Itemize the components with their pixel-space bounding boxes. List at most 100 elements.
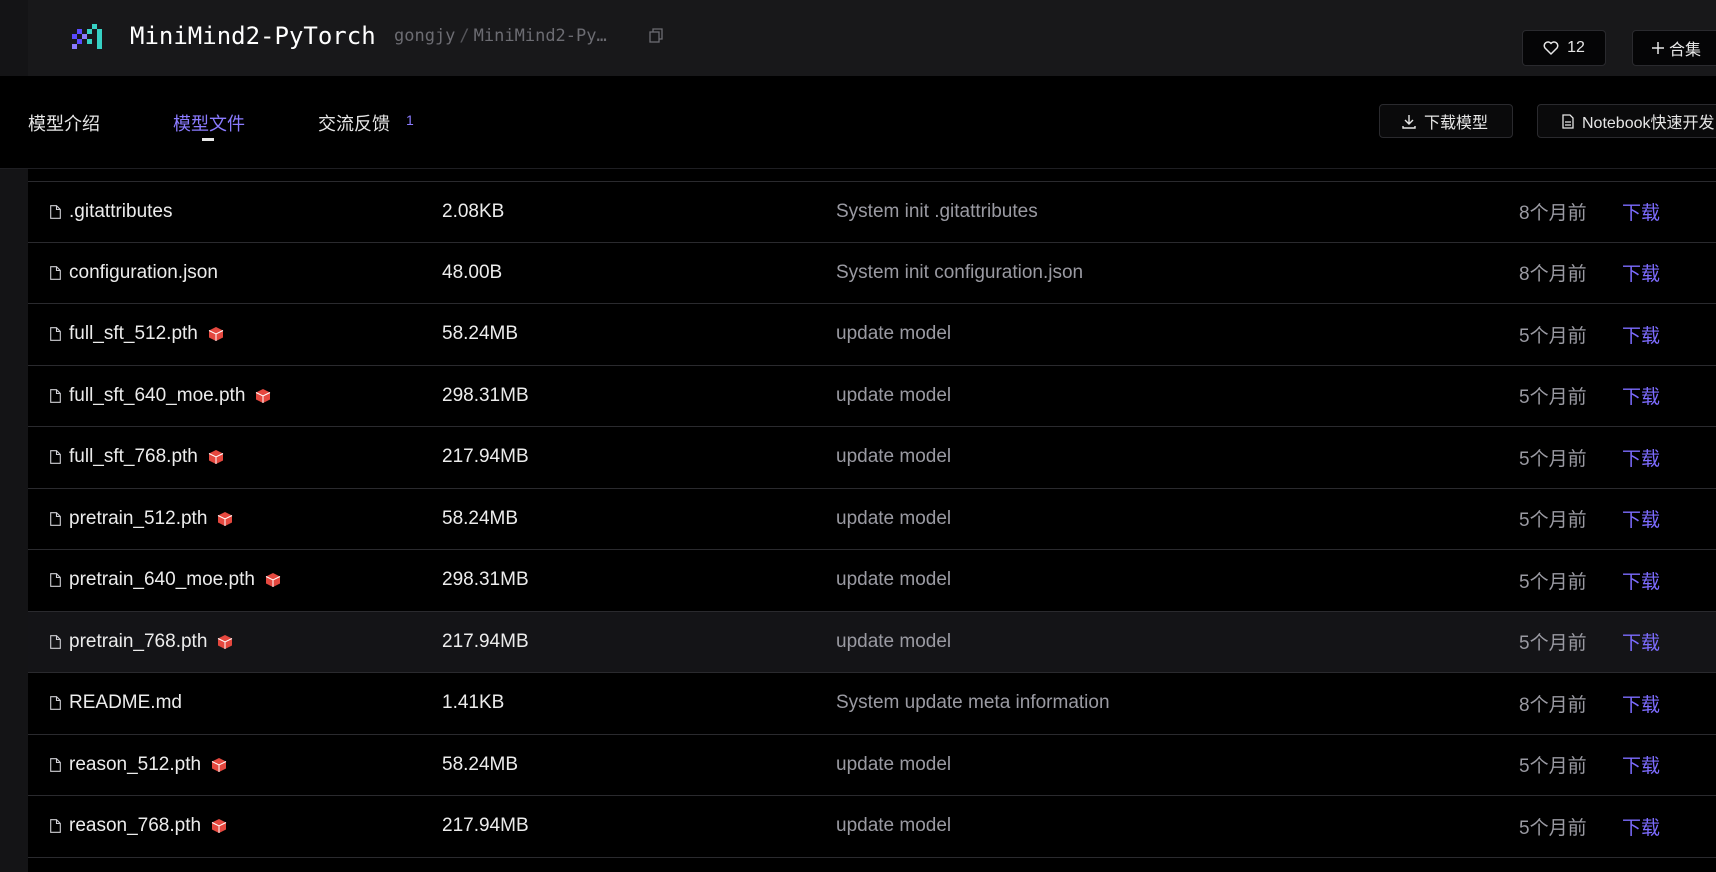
- file-name[interactable]: reason_768.pth: [69, 815, 201, 837]
- download-link[interactable]: 下载: [1622, 489, 1660, 550]
- file-name-cell[interactable]: configuration.json: [50, 243, 218, 304]
- download-icon: [1402, 114, 1416, 129]
- active-tab-indicator: [202, 138, 214, 141]
- file-name-cell[interactable]: full_sft_640_moe.pth: [50, 366, 271, 427]
- file-size: 58.24MB: [442, 323, 519, 345]
- commit-message: System init configuration.json: [836, 261, 1084, 283]
- download-link[interactable]: 下载: [1622, 612, 1660, 673]
- page: MiniMind2-PyTorch gongjy / MiniMind2-Py… 1…: [0, 0, 1716, 872]
- file-icon: [50, 696, 61, 711]
- tab-model-files[interactable]: 模型文件: [173, 110, 245, 136]
- file-row[interactable]: reason_768.pth 217.94MB update model 5个月前 下载: [28, 796, 1716, 858]
- file-row[interactable]: full_sft_512.pth 58.24MB update model 5个月前 下…: [28, 304, 1716, 366]
- file-name[interactable]: pretrain_768.pth: [69, 631, 207, 653]
- file-icon: [50, 327, 61, 342]
- file-name[interactable]: full_sft_640_moe.pth: [69, 385, 245, 407]
- file-name-cell[interactable]: .gitattributes: [50, 182, 173, 242]
- download-link[interactable]: 下载: [1622, 304, 1660, 365]
- like-button[interactable]: 12: [1522, 30, 1606, 66]
- lfs-icon: [211, 819, 227, 834]
- lfs-icon: [208, 327, 224, 342]
- breadcrumb-separator: /: [459, 26, 470, 46]
- file-size: 298.31MB: [442, 569, 529, 591]
- commit-message: update model: [836, 384, 952, 406]
- owner-link[interactable]: gongjy: [394, 26, 455, 46]
- repo-title: MiniMind2-PyTorch: [130, 22, 376, 50]
- notebook-label: Notebook快速开发: [1582, 115, 1715, 132]
- file-size: 58.24MB: [442, 753, 519, 775]
- file-icon: [50, 388, 61, 403]
- file-row[interactable]: README.md 1.41KB System update meta inform…: [28, 673, 1716, 735]
- file-name-cell[interactable]: pretrain_640_moe.pth: [50, 550, 281, 611]
- file-size: 48.00B: [442, 261, 503, 283]
- file-name-cell[interactable]: full_sft_512.pth: [50, 304, 224, 365]
- commit-time: 8个月前: [1519, 203, 1587, 225]
- add-collection-button[interactable]: 合集: [1632, 30, 1716, 66]
- file-size: 1.41KB: [442, 692, 505, 714]
- file-name-cell[interactable]: pretrain_768.pth: [50, 612, 233, 673]
- tab-model-intro[interactable]: 模型介绍: [28, 110, 100, 136]
- notebook-icon: [1562, 113, 1574, 129]
- file-row[interactable]: pretrain_768.pth 217.94MB update model 5个月前…: [28, 611, 1716, 673]
- file-name[interactable]: reason_512.pth: [69, 754, 201, 776]
- file-size: 2.08KB: [442, 200, 505, 222]
- download-link[interactable]: 下载: [1622, 366, 1660, 427]
- commit-message: update model: [836, 323, 952, 345]
- file-name[interactable]: full_sft_768.pth: [69, 446, 198, 468]
- commit-message: update model: [836, 446, 952, 468]
- repo-header: MiniMind2-PyTorch gongjy / MiniMind2-Py…: [28, 0, 1716, 77]
- download-link[interactable]: 下载: [1622, 550, 1660, 611]
- file-row[interactable]: pretrain_512.pth 58.24MB update model 5个月前 下…: [28, 488, 1716, 550]
- modelscope-logo-icon[interactable]: [72, 24, 106, 54]
- download-model-button[interactable]: 下载模型: [1379, 104, 1513, 138]
- file-row[interactable]: .gitattributes 2.08KB System init .gitattr…: [28, 181, 1716, 243]
- commit-time: 5个月前: [1519, 633, 1587, 655]
- file-name[interactable]: pretrain_640_moe.pth: [69, 569, 255, 591]
- file-name[interactable]: README.md: [69, 692, 182, 714]
- lfs-icon: [218, 511, 233, 526]
- file-size: 217.94MB: [442, 446, 529, 468]
- file-icon: [50, 265, 61, 280]
- download-link[interactable]: 下载: [1622, 673, 1660, 734]
- file-row[interactable]: reason_512.pth 58.24MB update model 5个月前 下载: [28, 734, 1716, 796]
- commit-message: update model: [836, 507, 952, 529]
- file-name[interactable]: .gitattributes: [69, 201, 173, 223]
- download-link[interactable]: 下载: [1622, 182, 1660, 242]
- file-name[interactable]: pretrain_512.pth: [69, 508, 207, 530]
- commit-message: update model: [836, 630, 952, 652]
- commit-time: 5个月前: [1519, 817, 1587, 839]
- file-name-cell[interactable]: reason_768.pth: [50, 796, 227, 857]
- download-link[interactable]: 下载: [1622, 796, 1660, 857]
- file-row[interactable]: full_sft_768.pth 217.94MB update model 5个月前…: [28, 427, 1716, 489]
- file-name[interactable]: full_sft_512.pth: [69, 323, 198, 345]
- tab-feedback[interactable]: 交流反馈: [318, 110, 390, 136]
- file-row[interactable]: pretrain_640_moe.pth 298.31MB update model…: [28, 550, 1716, 612]
- commit-time: 5个月前: [1519, 325, 1587, 347]
- repo-short-name: MiniMind2-Py…: [473, 26, 607, 46]
- lfs-icon: [211, 757, 227, 772]
- commit-time: 5个月前: [1519, 387, 1587, 409]
- lfs-icon: [256, 388, 271, 403]
- download-link[interactable]: 下载: [1622, 735, 1660, 796]
- file-icon: [50, 634, 61, 649]
- commit-time: 8个月前: [1519, 694, 1587, 716]
- notebook-button[interactable]: Notebook快速开发: [1537, 104, 1716, 138]
- download-link[interactable]: 下载: [1622, 427, 1660, 488]
- file-name-cell[interactable]: pretrain_512.pth: [50, 489, 233, 550]
- commit-message: update model: [836, 753, 952, 775]
- heart-icon: [1543, 41, 1559, 55]
- file-size: 58.24MB: [442, 507, 519, 529]
- file-name[interactable]: configuration.json: [69, 262, 218, 284]
- file-row[interactable]: configuration.json 48.00B System init conf…: [28, 242, 1716, 304]
- file-name-cell[interactable]: full_sft_768.pth: [50, 427, 224, 488]
- copy-icon[interactable]: [649, 28, 663, 43]
- file-icon: [50, 757, 61, 772]
- file-icon: [50, 450, 61, 465]
- repo-breadcrumb: gongjy / MiniMind2-Py…: [394, 26, 607, 46]
- file-name-cell[interactable]: README.md: [50, 673, 182, 734]
- plus-icon: [1652, 42, 1664, 54]
- file-size: 217.94MB: [442, 815, 529, 837]
- file-name-cell[interactable]: reason_512.pth: [50, 735, 227, 796]
- download-link[interactable]: 下载: [1622, 243, 1660, 304]
- file-row[interactable]: full_sft_640_moe.pth 298.31MB update model…: [28, 365, 1716, 427]
